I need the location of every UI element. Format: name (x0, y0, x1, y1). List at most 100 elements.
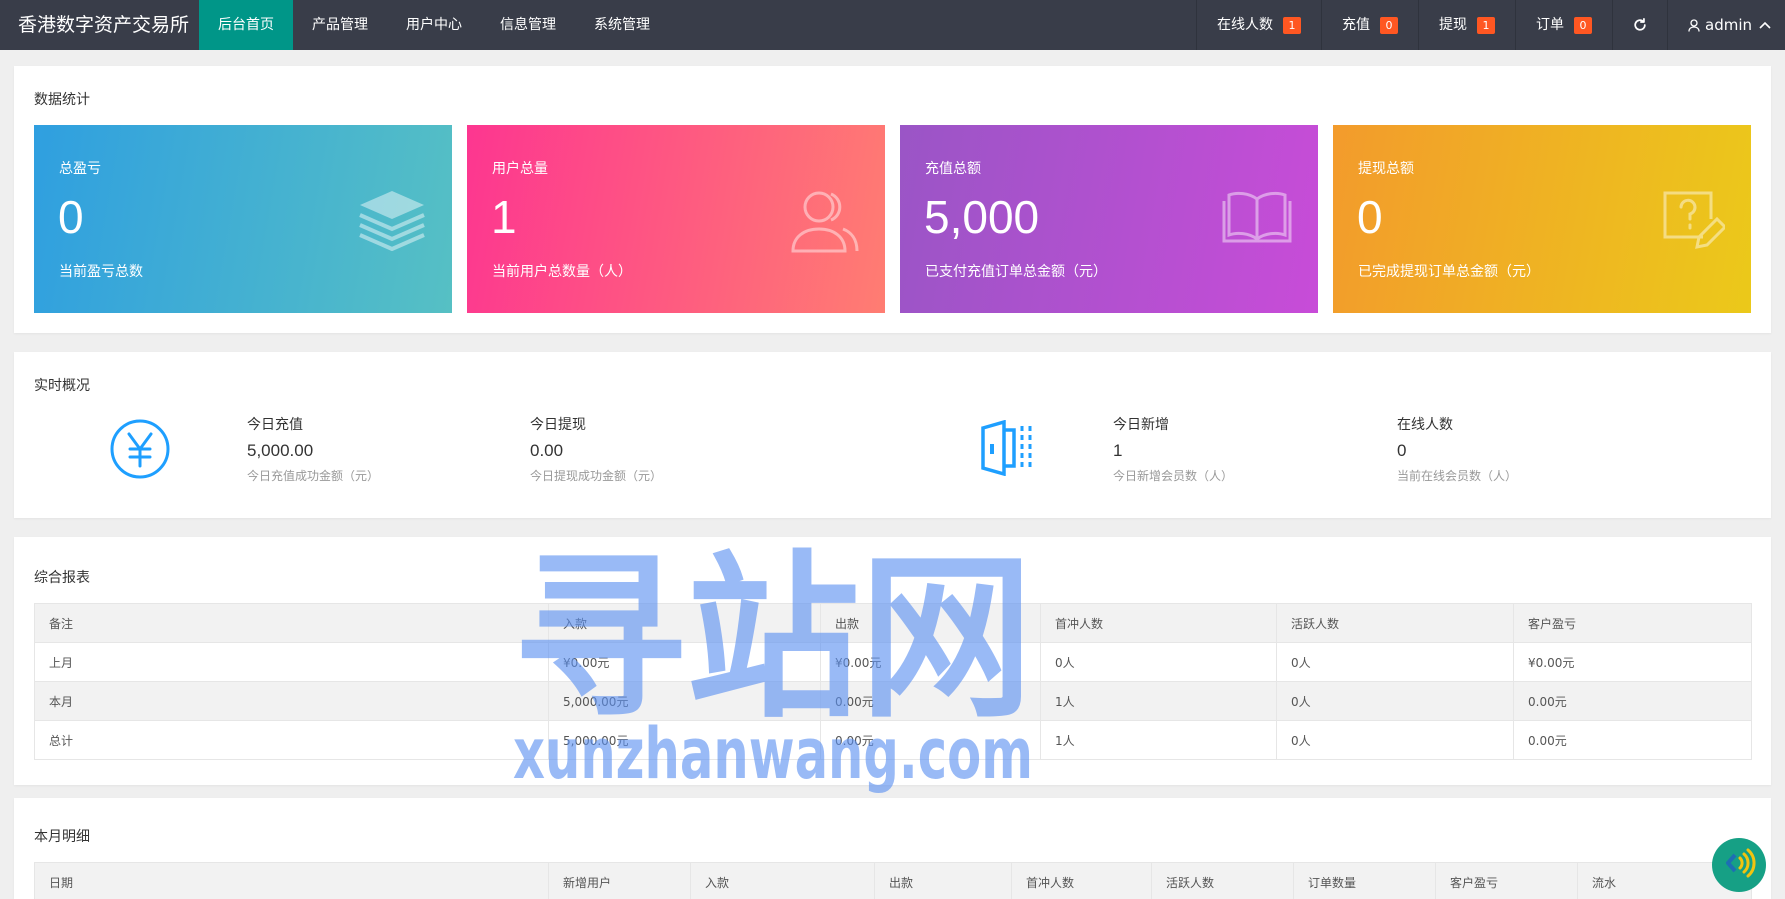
yen-circle-icon (109, 418, 171, 484)
table-cell: 0.00元 (820, 681, 1041, 721)
column-header: 客户盈亏 (1435, 862, 1578, 899)
tile-label: 总盈亏 (59, 161, 101, 177)
table-cell: 0.00元 (820, 720, 1041, 760)
table-cell: 5,000.00元 (548, 681, 821, 721)
book-icon (1222, 189, 1292, 247)
column-header: 首冲人数 (1040, 603, 1277, 643)
rt-value: 0 (1397, 441, 1407, 460)
column-header: 日期 (34, 862, 549, 899)
table-row: 上月 ¥0.00元 ¥0.00元 0人 0人 ¥0.00元 (34, 642, 1752, 682)
nav-system[interactable]: 系统管理 (575, 0, 669, 50)
table-cell: 1人 (1040, 681, 1277, 721)
nav-home[interactable]: 后台首页 (199, 0, 293, 50)
table-row: 总计 5,000.00元 0.00元 1人 0人 0.00元 (34, 720, 1752, 760)
tile-desc: 当前盈亏总数 (59, 264, 143, 280)
report-card: 综合报表 备注 入款 出款 首冲人数 活跃人数 客户盈亏 上月 ¥0.00元 ¥… (14, 537, 1771, 785)
question-edit-icon (1661, 189, 1728, 257)
refresh-icon (1633, 18, 1647, 32)
online-users-badge: 1 (1283, 16, 1301, 34)
top-navbar: 香港数字资产交易所 后台首页 产品管理 用户中心 信息管理 系统管理 在线人数 … (0, 0, 1785, 50)
column-header: 出款 (820, 603, 1041, 643)
table-cell: 0人 (1276, 720, 1514, 760)
table-cell: ¥0.00元 (1513, 642, 1752, 682)
right-nav: 在线人数 1 充值 0 提现 1 订单 0 admin (1196, 0, 1785, 50)
stat-tiles: 总盈亏 0 当前盈亏总数 用户总量 1 当前用户总数量（人） 充值总额 5,00… (34, 125, 1751, 313)
column-header: 活跃人数 (1276, 603, 1514, 643)
monthly-card: 本月明细 日期 新增用户 入款 出款 首冲人数 活跃人数 订单数量 客户盈亏 流… (14, 798, 1771, 899)
rt-label: 今日新增 (1113, 417, 1169, 433)
rt-desc: 今日充值成功金额（元） (247, 469, 380, 483)
sound-wave-icon (1722, 846, 1756, 884)
table-cell: 0.00元 (1513, 681, 1752, 721)
recharge-badge: 0 (1380, 16, 1398, 34)
users-icon (791, 189, 859, 257)
layers-icon (358, 189, 426, 255)
column-header: 新增用户 (548, 862, 691, 899)
user-menu[interactable]: admin (1667, 0, 1785, 50)
tile-label: 提现总额 (1358, 161, 1414, 177)
table-header-row: 日期 新增用户 入款 出款 首冲人数 活跃人数 订单数量 客户盈亏 流水 (34, 862, 1752, 899)
table-cell: 0人 (1276, 642, 1514, 682)
report-table: 备注 入款 出款 首冲人数 活跃人数 客户盈亏 上月 ¥0.00元 ¥0.00元… (34, 603, 1752, 760)
table-cell: 总计 (34, 720, 549, 760)
stats-card: 数据统计 总盈亏 0 当前盈亏总数 用户总量 1 当前用户总数量（人） 充值总额… (14, 66, 1771, 333)
table-header-row: 备注 入款 出款 首冲人数 活跃人数 客户盈亏 (34, 603, 1752, 643)
order-badge: 0 (1574, 16, 1592, 34)
tile-total-recharge[interactable]: 充值总额 5,000 已支付充值订单总金额（元） (900, 125, 1318, 313)
tile-value: 5,000 (924, 191, 1040, 243)
user-name: admin (1705, 16, 1752, 34)
realtime-online: 在线人数 0 当前在线会员数（人） (1397, 414, 1517, 484)
column-header: 备注 (34, 603, 549, 643)
table-cell: 上月 (34, 642, 549, 682)
column-header: 入款 (548, 603, 821, 643)
tile-label: 充值总额 (925, 161, 981, 177)
withdraw-badge: 1 (1477, 16, 1495, 34)
recharge-label: 充值 (1342, 17, 1370, 33)
main-nav: 后台首页 产品管理 用户中心 信息管理 系统管理 (199, 0, 669, 50)
refresh-button[interactable] (1612, 0, 1667, 50)
user-icon (1688, 18, 1700, 32)
tile-total-withdraw[interactable]: 提现总额 0 已完成提现订单总金额（元） (1333, 125, 1751, 313)
column-header: 首冲人数 (1011, 862, 1152, 899)
rt-desc: 今日新增会员数（人） (1113, 469, 1234, 483)
rt-value: 5,000.00 (247, 441, 314, 460)
monthly-table: 日期 新增用户 入款 出款 首冲人数 活跃人数 订单数量 客户盈亏 流水 (34, 862, 1752, 899)
tile-value: 0 (1357, 191, 1383, 243)
table-cell: 0人 (1040, 642, 1277, 682)
nav-users[interactable]: 用户中心 (387, 0, 481, 50)
table-cell: 本月 (34, 681, 549, 721)
tile-value: 1 (491, 191, 517, 243)
nav-products[interactable]: 产品管理 (293, 0, 387, 50)
tile-label: 用户总量 (492, 161, 548, 177)
chevron-up-icon (1759, 21, 1771, 29)
report-title: 综合报表 (34, 570, 90, 586)
float-sound-button[interactable] (1712, 838, 1766, 892)
rt-desc: 当前在线会员数（人） (1397, 469, 1518, 483)
table-cell: 1人 (1040, 720, 1277, 760)
door-icon (980, 419, 1034, 480)
withdraw-link[interactable]: 提现 1 (1418, 0, 1515, 50)
tile-total-users[interactable]: 用户总量 1 当前用户总数量（人） (467, 125, 885, 313)
column-header: 入款 (690, 862, 875, 899)
table-cell: 0人 (1276, 681, 1514, 721)
table-cell: 0.00元 (1513, 720, 1752, 760)
order-link[interactable]: 订单 0 (1515, 0, 1612, 50)
table-cell: ¥0.00元 (548, 642, 821, 682)
realtime-today-recharge: 今日充值 5,000.00 今日充值成功金额（元） (247, 414, 379, 484)
realtime-today-withdraw: 今日提现 0.00 今日提现成功金额（元） (530, 414, 662, 484)
realtime-today-new: 今日新增 1 今日新增会员数（人） (1113, 414, 1233, 484)
online-users-label: 在线人数 (1217, 17, 1273, 33)
stats-title: 数据统计 (34, 92, 90, 108)
column-header: 订单数量 (1293, 862, 1436, 899)
nav-info[interactable]: 信息管理 (481, 0, 575, 50)
rt-value: 0.00 (530, 441, 564, 460)
rt-label: 今日充值 (247, 417, 303, 433)
recharge-link[interactable]: 充值 0 (1321, 0, 1418, 50)
realtime-card: 实时概况 今日充值 5,000.00 今日充值成功金额（元） 今日提现 0.00… (14, 352, 1771, 518)
monthly-title: 本月明细 (34, 829, 90, 845)
online-users-link[interactable]: 在线人数 1 (1196, 0, 1321, 50)
table-cell: ¥0.00元 (820, 642, 1041, 682)
tile-total-profit[interactable]: 总盈亏 0 当前盈亏总数 (34, 125, 452, 313)
column-header: 出款 (874, 862, 1012, 899)
withdraw-label: 提现 (1439, 17, 1467, 33)
